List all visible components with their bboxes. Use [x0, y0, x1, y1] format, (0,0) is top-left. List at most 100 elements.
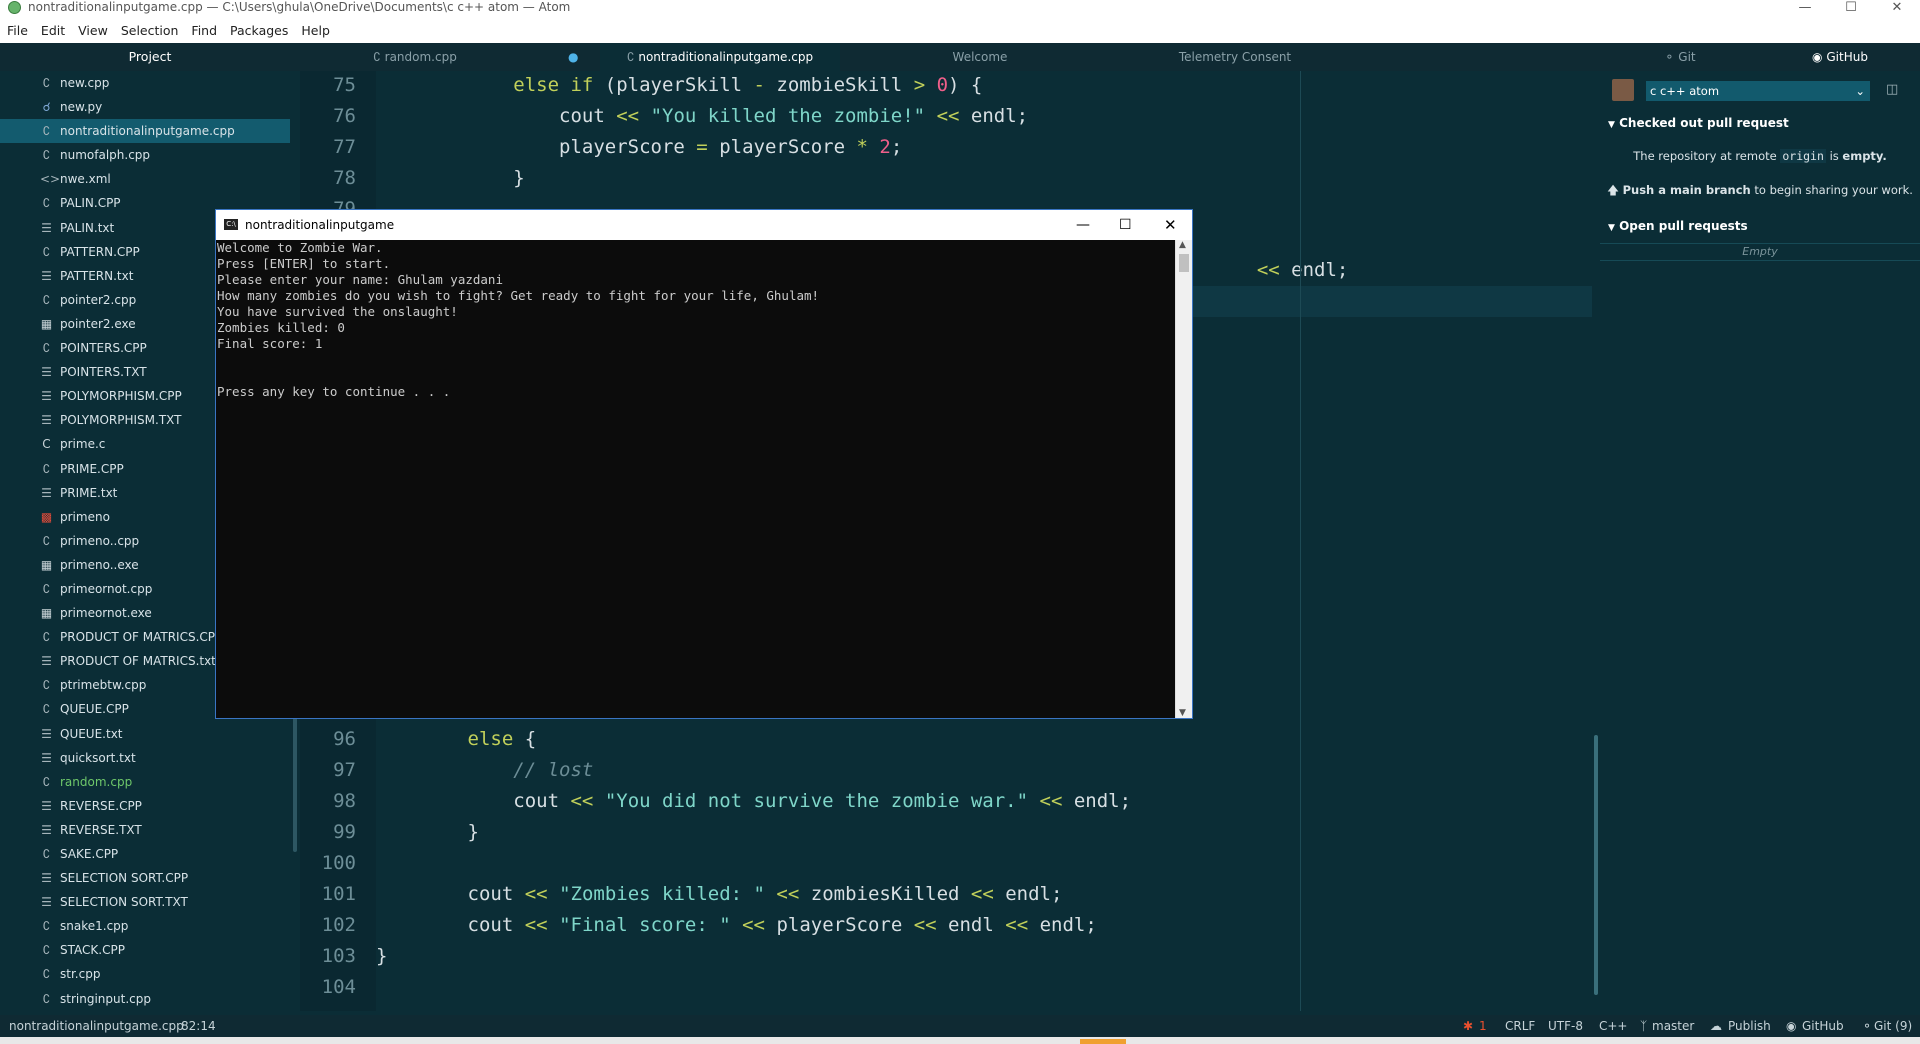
open-pr-header[interactable]: ▼ Open pull requests [1608, 219, 1748, 233]
status-issues-count[interactable]: 1 [1479, 1015, 1487, 1037]
status-encoding[interactable]: UTF-8 [1548, 1015, 1583, 1037]
menu-file[interactable]: File [0, 17, 34, 38]
status-branch[interactable]: master [1652, 1015, 1694, 1037]
checkout-icon[interactable]: ◫ [1886, 82, 1898, 97]
bug-icon[interactable]: ✱ [1463, 1015, 1473, 1037]
console-window[interactable]: C:\ nontraditionalinputgame — ☐ ✕ Welcom… [215, 209, 1193, 719]
tab-random-cpp[interactable]: ∁ random.cpp ● [320, 43, 578, 71]
tree-file-item[interactable]: ∁ SAKE.CPP [0, 842, 290, 866]
console-close-icon[interactable]: ✕ [1164, 210, 1177, 240]
text-icon: ☰ [41, 871, 52, 886]
tree-file-item[interactable]: ∁ random.cpp [0, 770, 290, 794]
checked-out-pr-header[interactable]: ▼ Checked out pull request [1608, 116, 1789, 130]
tree-file-item[interactable]: ∁ str.cpp [0, 962, 290, 986]
line-number: 76 [333, 105, 356, 127]
console-titlebar[interactable]: C:\ nontraditionalinputgame — ☐ ✕ [216, 210, 1192, 240]
console-line: How many zombies do you wish to fight? G… [217, 288, 820, 303]
cpp-icon: ∁ [42, 678, 51, 693]
tab-welcome[interactable]: Welcome [860, 43, 1100, 71]
code-line[interactable]: cout << "You killed the zombie!" << endl… [376, 105, 1028, 127]
line-number: 103 [321, 945, 356, 967]
tree-file-item[interactable]: <> nwe.xml [0, 167, 290, 191]
tree-view-tab[interactable]: Project [0, 43, 300, 71]
console-line: Welcome to Zombie War. [217, 240, 383, 255]
tree-file-item[interactable]: ☰ SELECTION SORT.TXT [0, 890, 290, 914]
tab-telemetry-consent[interactable]: Telemetry Consent [1100, 43, 1370, 71]
remote-select[interactable]: c c++ atom ⌄ [1646, 81, 1870, 101]
menu-selection[interactable]: Selection [114, 17, 185, 38]
menu-packages[interactable]: Packages [223, 17, 294, 38]
line-number: 78 [333, 167, 356, 189]
menu-view[interactable]: View [71, 17, 114, 38]
minimize-icon[interactable]: — [1782, 0, 1828, 17]
code-line[interactable]: cout << "Zombies killed: " << zombiesKil… [376, 883, 1063, 905]
text-icon: ☰ [41, 798, 52, 813]
text-icon: ☰ [41, 365, 52, 380]
status-git[interactable]: Git (9) [1874, 1015, 1912, 1037]
tree-file-item[interactable]: ∁ snake1.cpp [0, 914, 290, 938]
menu-help[interactable]: Help [294, 17, 336, 38]
tree-file-label: POLYMORPHISM.CPP [60, 389, 182, 404]
cpp-icon: ∁ [42, 124, 51, 139]
scroll-down-icon[interactable]: ▼ [1179, 708, 1186, 718]
tree-file-item[interactable]: ∁ stringinput.cpp [0, 987, 290, 1011]
console-minimize-icon[interactable]: — [1076, 210, 1090, 240]
tree-file-item[interactable]: ∁ nontraditionalinputgame.cpp [0, 119, 290, 144]
code-line[interactable]: } [376, 167, 524, 189]
code-icon: <> [40, 172, 61, 187]
cpp-icon: ∁ [42, 630, 51, 645]
console-scrollbar[interactable]: ▲ ▼ [1175, 240, 1192, 718]
menu-edit[interactable]: Edit [34, 17, 71, 38]
cpp-icon: ∁ [42, 292, 51, 307]
code-line[interactable]: } [376, 945, 387, 967]
tab-nontraditionalinputgame-cpp[interactable]: ∁ nontraditionalinputgame.cpp [600, 43, 840, 71]
checked-out-pr-label: Checked out pull request [1619, 116, 1789, 130]
tree-file-item[interactable]: ☌ new.py [0, 95, 290, 119]
status-cursor-position[interactable]: 82:14 [181, 1015, 216, 1037]
push-branch-link[interactable]: Push a main branch [1623, 183, 1751, 197]
text-icon: ☰ [41, 726, 52, 741]
status-github[interactable]: GitHub [1802, 1015, 1844, 1037]
console-line: You have survived the onslaught! [217, 304, 458, 319]
status-file-path[interactable]: nontraditionalinputgame.cpp [9, 1015, 184, 1037]
tree-file-item[interactable]: ☰ QUEUE.txt [0, 722, 290, 746]
code-line[interactable]: } [376, 821, 479, 843]
menu-find[interactable]: Find [184, 17, 223, 38]
tree-file-item[interactable]: ☰ REVERSE.TXT [0, 818, 290, 842]
line-number: 99 [333, 821, 356, 843]
status-grammar[interactable]: C++ [1599, 1015, 1628, 1037]
status-line-ending[interactable]: CRLF [1505, 1015, 1535, 1037]
tree-file-item[interactable]: ∁ STACK.CPP [0, 938, 290, 962]
console-scroll-thumb[interactable] [1179, 254, 1189, 272]
cpp-icon: ∁ [42, 702, 51, 717]
close-icon[interactable]: ✕ [1874, 0, 1920, 17]
text-icon: ☰ [41, 413, 52, 428]
push-branch-rest: to begin sharing your work. [1754, 183, 1913, 197]
code-line[interactable]: cout << "Final score: " << playerScore <… [376, 914, 1097, 936]
tree-file-item[interactable]: ☰ REVERSE.CPP [0, 794, 290, 818]
tree-file-item[interactable]: ☰ quicksort.txt [0, 746, 290, 770]
tree-view-scrollbar[interactable] [293, 700, 297, 852]
tree-file-item[interactable]: ☰ SELECTION SORT.CPP [0, 866, 290, 890]
status-publish[interactable]: Publish [1728, 1015, 1771, 1037]
tab-github[interactable]: ◉ GitHub [1760, 43, 1920, 71]
maximize-icon[interactable]: ☐ [1828, 0, 1874, 17]
git-commit-icon: ⚬ [1862, 1019, 1873, 1033]
code-line[interactable]: else { [376, 728, 537, 750]
tab-git[interactable]: ⚬ Git [1600, 43, 1760, 71]
code-line[interactable]: // lost [376, 759, 593, 781]
console-maximize-icon[interactable]: ☐ [1119, 210, 1132, 240]
tree-file-label: STACK.CPP [60, 943, 125, 958]
code-line[interactable]: cout << "You did not survive the zombie … [376, 790, 1131, 812]
tree-file-label: POINTERS.TXT [60, 365, 147, 380]
scroll-up-icon[interactable]: ▲ [1179, 240, 1186, 250]
cpp-icon: ∁ [42, 774, 51, 789]
repo-empty-message: The repository at remote origin is empty… [1600, 149, 1920, 163]
tree-file-item[interactable]: ∁ new.cpp [0, 71, 290, 95]
avatar [1612, 79, 1634, 101]
tree-file-item[interactable]: ∁ numofalph.cpp [0, 143, 290, 167]
code-line[interactable]: playerScore = playerScore * 2; [376, 136, 902, 158]
code-line[interactable]: else if (playerSkill - zombieSkill > 0) … [376, 74, 982, 96]
editor-scrollbar[interactable] [1594, 735, 1598, 995]
